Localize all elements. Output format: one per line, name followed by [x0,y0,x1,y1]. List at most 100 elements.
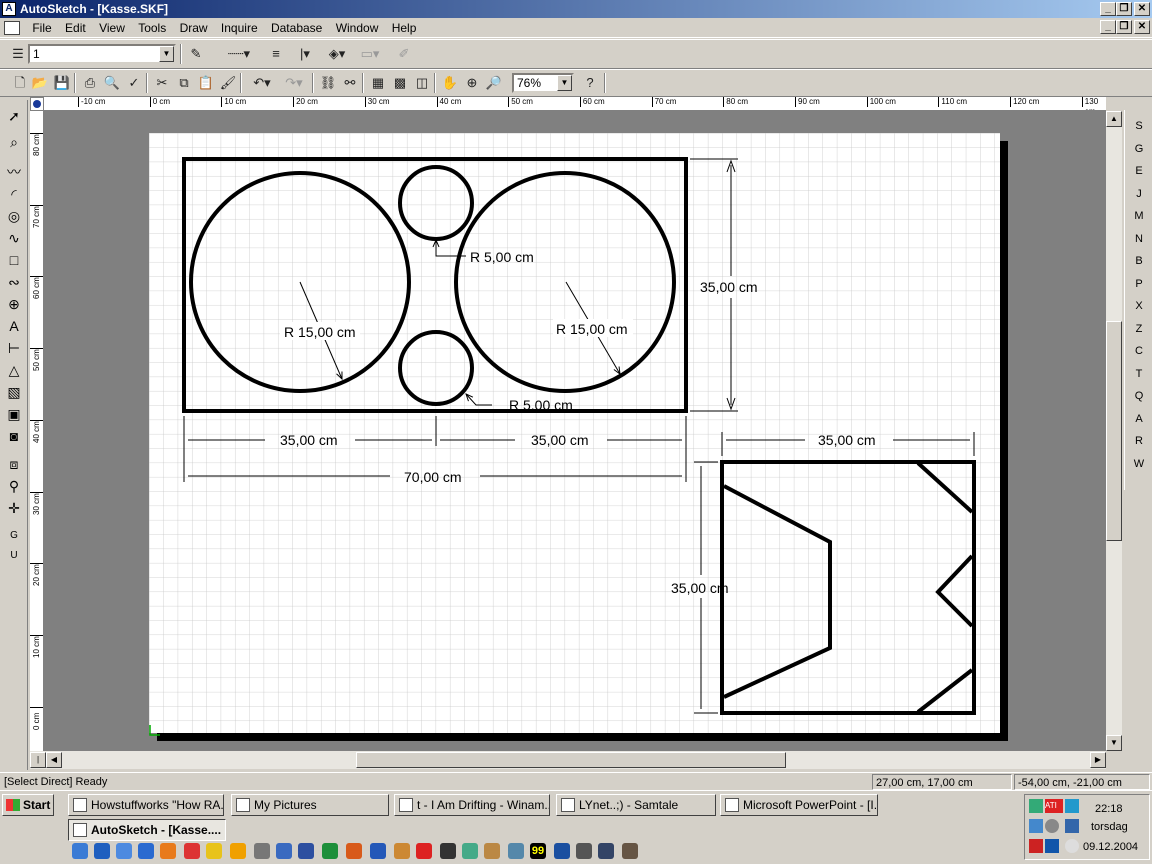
drawing-svg[interactable]: R 15,00 cm R 15,00 cm R 5,00 cm R 5,00 c… [44,111,1106,751]
context-help-icon[interactable]: ? [580,73,600,93]
snap-tool-b-icon[interactable]: B [1129,251,1149,271]
menu-edit[interactable]: Edit [60,18,91,38]
snap-g-icon[interactable]: G [4,526,24,546]
scroll-right-button[interactable]: ▶ [1090,752,1106,768]
scroll-thumb-vertical[interactable] [1106,321,1122,541]
doc-close-button[interactable]: ✕ [1134,20,1150,34]
print-icon[interactable]: ⎙ [80,73,100,93]
quicklaunch-99-icon[interactable]: 99 [530,843,546,859]
snap-tool-t-icon[interactable]: T [1129,364,1149,384]
format-painter-icon[interactable]: 🖌 [218,73,238,93]
start-button[interactable]: Start [2,794,54,816]
ruler-origin[interactable] [30,97,44,111]
snap-tool-z-icon[interactable]: Z [1129,319,1149,339]
paste-icon[interactable]: 📋 [196,73,216,93]
picture-icon[interactable]: ▣ [4,404,24,424]
hatch-icon[interactable]: ▧ [4,382,24,402]
quicklaunch-icon[interactable] [72,843,88,859]
quicklaunch-icon[interactable] [184,843,200,859]
quicklaunch-icon[interactable] [298,843,314,859]
task-my-pictures[interactable]: My Pictures [231,794,389,816]
menu-view[interactable]: View [94,18,130,38]
quicklaunch-icon[interactable] [622,843,638,859]
snap-tool-c-icon[interactable]: C [1129,341,1149,361]
layers-icon[interactable]: ☰ [8,44,28,64]
tray-icon[interactable] [1065,839,1079,853]
snap-tool-g-icon[interactable]: G [1129,139,1149,159]
unlink-icon[interactable]: ⚯ [340,73,360,93]
snap-grid-icon[interactable]: ▩ [390,73,410,93]
quicklaunch-icon[interactable] [508,843,524,859]
doc-restore-button[interactable]: ❐ [1116,20,1132,34]
snap-tool-w-icon[interactable]: W [1129,454,1149,474]
zoom-tool-icon[interactable]: ⌕ [4,132,24,152]
tray-icon[interactable] [1029,819,1043,833]
scroll-up-button[interactable]: ▲ [1106,111,1122,127]
snap-tool-q-icon[interactable]: Q [1129,386,1149,406]
point-icon[interactable]: ⊕ [4,294,24,314]
layer-combo[interactable]: 1 ▼ [28,44,176,64]
quicklaunch-icon[interactable] [322,843,338,859]
scroll-left-arrow[interactable]: ◀ [46,752,62,768]
dimension-icon[interactable]: ⊢ [4,338,24,358]
snap-tool-x-icon[interactable]: X [1129,296,1149,316]
tray-icon[interactable] [1045,839,1059,853]
quicklaunch-icon[interactable] [576,843,592,859]
edit-style-icon[interactable]: ✐ [394,44,414,64]
line-width-icon[interactable]: ≡ [266,44,286,64]
angle-icon[interactable]: △ [4,360,24,380]
menu-tools[interactable]: Tools [133,18,171,38]
tray-icon[interactable] [1029,839,1043,853]
pan-icon[interactable]: ✋ [440,73,460,93]
quicklaunch-icon[interactable] [254,843,270,859]
rectangle-icon[interactable]: □ [4,250,24,270]
task-autosketch[interactable]: AutoSketch - [Kasse.... [68,819,226,841]
quicklaunch-icon[interactable] [230,843,246,859]
stamp-icon[interactable]: ⚲ [4,476,24,496]
close-button[interactable]: ✕ [1134,2,1150,16]
snap-tool-a-icon[interactable]: A [1129,409,1149,429]
quicklaunch-icon[interactable] [598,843,614,859]
task-samtale[interactable]: LYnet..;) - Samtale [556,794,716,816]
clock-time[interactable]: 22:18 [1095,803,1123,815]
line-end-dropdown[interactable]: |▾ [292,44,318,64]
crosshair-icon[interactable]: ✛ [4,498,24,518]
horizontal-scrollbar[interactable]: | ◀ ▶ [30,751,1106,769]
snap-u-icon[interactable]: U [4,546,24,566]
snap-tool-j-icon[interactable]: J [1129,184,1149,204]
undo-icon[interactable]: ↶▾ [248,73,276,93]
spline-icon[interactable]: ∾ [4,272,24,292]
tray-icon[interactable] [1065,799,1079,813]
menu-file[interactable]: File [27,18,56,38]
quicklaunch-icon[interactable] [462,843,478,859]
scroll-thumb-horizontal[interactable] [356,752,786,768]
fill-color-dropdown[interactable]: ◈▾ [324,44,350,64]
restore-button[interactable]: ❐ [1116,2,1132,16]
ati-icon[interactable]: ATI [1045,799,1063,813]
doc-minimize-button[interactable]: _ [1100,20,1116,34]
minimize-button[interactable]: _ [1100,2,1116,16]
quicklaunch-icon[interactable] [440,843,456,859]
link-icon[interactable]: ⛓ [318,73,338,93]
fill-pattern-dropdown[interactable]: ▭▾ [356,44,384,64]
document-icon[interactable] [4,21,20,35]
arc-icon[interactable]: ◜ [4,184,24,204]
menu-help[interactable]: Help [387,18,422,38]
quicklaunch-icon[interactable] [346,843,362,859]
print-preview-icon[interactable]: 🔍 [102,73,122,93]
network-icon[interactable] [1029,799,1043,813]
zoom-icon[interactable]: 🔎 [484,73,504,93]
quicklaunch-icon[interactable] [138,843,154,859]
task-powerpoint[interactable]: Microsoft PowerPoint - [I... [720,794,878,816]
quicklaunch-icon[interactable] [94,843,110,859]
curve-icon[interactable]: ∿ [4,228,24,248]
drawing-canvas[interactable]: R 15,00 cm R 15,00 cm R 5,00 cm R 5,00 c… [44,111,1106,751]
quicklaunch-icon[interactable] [484,843,500,859]
menu-draw[interactable]: Draw [175,18,213,38]
tray-icon[interactable] [1065,819,1079,833]
select-arrow-icon[interactable]: ➚ [4,106,24,126]
cut-icon[interactable]: ✂ [152,73,172,93]
spellcheck-icon[interactable]: ✓ [124,73,144,93]
circle-icon[interactable]: ◎ [4,206,24,226]
symbol-icon[interactable]: ◙ [4,426,24,446]
